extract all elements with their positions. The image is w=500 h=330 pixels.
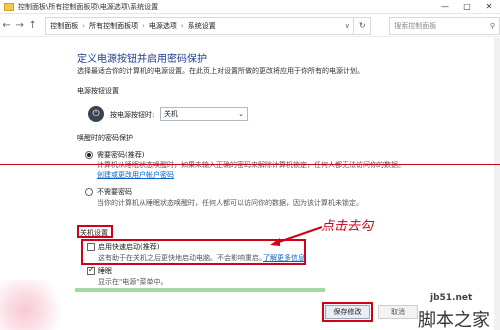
maximize-button[interactable]: □ bbox=[456, 0, 478, 14]
fast-startup-label: 启用快速启动(推荐) bbox=[98, 243, 160, 251]
annotation-text: 点击去勾 bbox=[321, 219, 374, 234]
sleep-desc: 显示在"电源"菜单中。 bbox=[98, 278, 168, 286]
page-subtitle: 选择最适合你的计算机的电源设置。在此页上对设置所做的更改将应用于你所有的电源计划… bbox=[77, 67, 364, 75]
power-button-section-label: 电源按钮设置 bbox=[77, 87, 119, 95]
minimize-button[interactable]: — bbox=[434, 0, 456, 14]
folder-icon bbox=[4, 2, 14, 11]
annotation-arrow-icon bbox=[270, 226, 323, 246]
chevron-right-icon: › bbox=[180, 21, 184, 30]
save-button[interactable]: 保存修改 bbox=[325, 305, 370, 319]
breadcrumb[interactable]: 控制面板 › 所有控制面板项 › 电源选项 › 系统设置 ∨ bbox=[45, 16, 355, 35]
shutdown-label-highlight bbox=[77, 225, 113, 238]
password-section-label: 唤醒时的密码保护 bbox=[77, 134, 133, 142]
watermark-url: jb51.net bbox=[430, 293, 473, 303]
power-button-action-select[interactable]: 关机 ⌄ bbox=[160, 107, 248, 121]
watermark-brand: 脚本之家 bbox=[418, 310, 490, 330]
no-password-label: 不需要密码 bbox=[97, 188, 132, 196]
power-button-label: 按电源按钮时: bbox=[110, 111, 155, 119]
up-arrow-icon[interactable]: ↑ bbox=[26, 17, 39, 35]
breadcrumb-system-settings[interactable]: 系统设置 bbox=[188, 21, 216, 31]
page-title: 定义电源按钮并启用密码保护 bbox=[77, 54, 207, 65]
cancel-button[interactable]: 取消 bbox=[378, 305, 418, 319]
scrollbar[interactable] bbox=[494, 38, 500, 330]
fast-startup-desc: 这有助于在关机之后更快地启动电脑。不会影响重启。 bbox=[98, 254, 266, 262]
window-title: 控制面板\所有控制面板项\电源选项\系统设置 bbox=[18, 2, 159, 11]
back-arrow-icon[interactable]: ← bbox=[0, 17, 13, 35]
chevron-down-icon: ⌄ bbox=[238, 110, 244, 118]
no-password-radio[interactable] bbox=[85, 188, 93, 196]
address-bar: ← → ↑ 控制面板 › 所有控制面板项 › 电源选项 › 系统设置 ∨ ↻ 搜… bbox=[0, 15, 500, 37]
close-button[interactable]: ✕ bbox=[478, 0, 500, 14]
chevron-right-icon: › bbox=[142, 21, 145, 30]
chevron-right-icon: › bbox=[82, 21, 86, 30]
power-button-selected-value: 关机 bbox=[164, 110, 178, 118]
refresh-icon[interactable]: ↻ bbox=[354, 16, 372, 35]
learn-more-link[interactable]: 了解更多信息 bbox=[263, 253, 305, 263]
fast-startup-checkbox[interactable] bbox=[87, 243, 95, 251]
chevron-down-icon[interactable]: ∨ bbox=[341, 22, 353, 30]
power-icon: ⏻ bbox=[88, 106, 104, 122]
sleep-checkbox[interactable] bbox=[87, 265, 95, 275]
require-password-desc: 计算机从睡眠状态唤醒时，如果未输入正确的密码来解除计算机锁定，任何人都无法访问你… bbox=[97, 161, 405, 169]
decorative-swirl bbox=[0, 280, 70, 330]
no-password-desc: 当你的计算机从睡眠状态唤醒时，任何人都可以访问你的数据，因为该计算机未锁定。 bbox=[97, 199, 363, 207]
search-icon: ⚲ bbox=[489, 21, 495, 30]
sleep-label: 睡眠 bbox=[98, 267, 112, 275]
require-password-label: 需要密码(推荐) bbox=[97, 151, 145, 159]
breadcrumb-all-items[interactable]: 所有控制面板项 bbox=[89, 21, 138, 31]
search-input[interactable]: 搜索控制面板 ⚲ bbox=[389, 16, 500, 35]
change-password-link[interactable]: 创建或更改用户帐户密码 bbox=[97, 170, 174, 180]
window-controls: — □ ✕ bbox=[434, 0, 500, 14]
search-placeholder: 搜索控制面板 bbox=[394, 21, 437, 30]
decorative-bar bbox=[75, 288, 325, 292]
require-password-radio[interactable] bbox=[85, 151, 93, 159]
breadcrumb-control-panel[interactable]: 控制面板 bbox=[50, 21, 78, 31]
forward-arrow-icon[interactable]: → bbox=[13, 17, 26, 35]
breadcrumb-power-options[interactable]: 电源选项 bbox=[149, 21, 177, 31]
red-guide-line bbox=[0, 164, 500, 165]
title-bar: 控制面板\所有控制面板项\电源选项\系统设置 — □ ✕ bbox=[0, 0, 500, 14]
